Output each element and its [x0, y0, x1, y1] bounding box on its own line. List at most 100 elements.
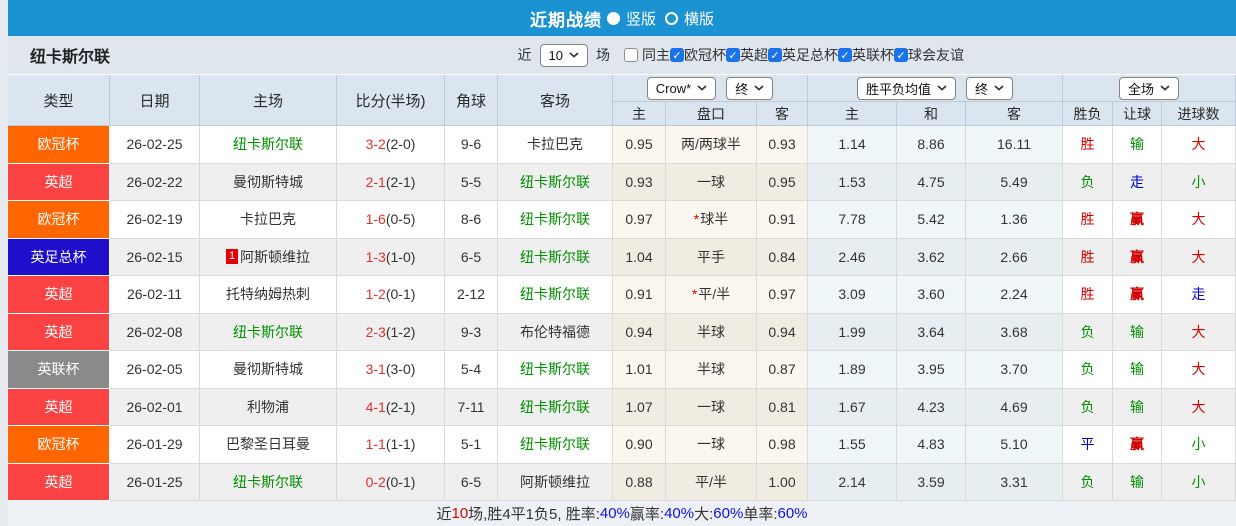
match-score[interactable]: 3-2 (2-0): [337, 126, 445, 164]
league-badge[interactable]: 英超: [8, 313, 110, 351]
league-badge[interactable]: 英联杯: [8, 351, 110, 389]
league-badge[interactable]: 英超: [8, 276, 110, 314]
odds-company-select[interactable]: Crow*: [646, 76, 717, 100]
away-team[interactable]: 布伦特福德: [498, 313, 613, 351]
home-team-name[interactable]: 纽卡斯尔联: [233, 472, 303, 492]
away-team[interactable]: 纽卡斯尔联: [498, 351, 613, 389]
checkbox-icon[interactable]: ✓: [768, 48, 782, 62]
handicap-text: 平/半: [698, 286, 731, 303]
home-team[interactable]: 巴黎圣日耳曼: [200, 426, 337, 464]
league-badge[interactable]: 欧冠杯: [8, 126, 110, 164]
match-score[interactable]: 1-1 (1-1): [337, 426, 445, 464]
match-score[interactable]: 2-3 (1-2): [337, 313, 445, 351]
away-team-name[interactable]: 纽卡斯尔联: [520, 247, 590, 267]
layout-radio-vertical[interactable]: 竖版: [606, 8, 656, 29]
home-team-name[interactable]: 曼彻斯特城: [233, 359, 303, 379]
away-team-name[interactable]: 卡拉巴克: [527, 134, 583, 154]
away-team-name[interactable]: 纽卡斯尔联: [520, 209, 590, 229]
home-team[interactable]: 纽卡斯尔联: [200, 463, 337, 501]
home-team-name[interactable]: 巴黎圣日耳曼: [226, 434, 310, 454]
home-team-name[interactable]: 纽卡斯尔联: [233, 134, 303, 154]
match-score[interactable]: 3-1 (3-0): [337, 351, 445, 389]
filter-checkbox-item[interactable]: ✓ 英超: [726, 45, 768, 65]
away-team-name[interactable]: 纽卡斯尔联: [520, 359, 590, 379]
away-team[interactable]: 纽卡斯尔联: [498, 276, 613, 314]
league-badge[interactable]: 英超: [8, 163, 110, 201]
checkbox-icon[interactable]: ✓: [838, 48, 852, 62]
checkbox-icon[interactable]: ✓: [726, 48, 740, 62]
away-team[interactable]: 纽卡斯尔联: [498, 201, 613, 239]
avg-away: 16.11: [966, 126, 1063, 164]
match-score[interactable]: 1-3 (1-0): [337, 238, 445, 276]
home-team[interactable]: 曼彻斯特城: [200, 163, 337, 201]
away-team[interactable]: 阿斯顿维拉: [498, 463, 613, 501]
league-badge[interactable]: 英超: [8, 463, 110, 501]
scope-select[interactable]: 全场: [1118, 76, 1179, 100]
chevron-down-icon: [697, 85, 707, 91]
result-handicap: 赢: [1113, 426, 1162, 464]
league-badge[interactable]: 欧冠杯: [8, 426, 110, 464]
league-badge[interactable]: 英足总杯: [8, 238, 110, 276]
filter-checkbox-item[interactable]: ✓ 球会友谊: [894, 45, 964, 65]
home-team-name[interactable]: 托特纳姆热刺: [226, 284, 310, 304]
star-marker: *: [693, 211, 700, 228]
match-score[interactable]: 1-6 (0-5): [337, 201, 445, 239]
filter-checkbox-item[interactable]: ✓ 英联杯: [838, 45, 894, 65]
result-outcome: 胜: [1063, 126, 1113, 164]
full-score: 3-1: [365, 361, 386, 378]
home-team[interactable]: 1 阿斯顿维拉: [200, 238, 337, 276]
match-score[interactable]: 0-2 (0-1): [337, 463, 445, 501]
home-team-name[interactable]: 卡拉巴克: [240, 209, 296, 229]
home-team-name[interactable]: 纽卡斯尔联: [233, 322, 303, 342]
subheader-outcome: 胜负: [1063, 102, 1113, 126]
recent-count-select[interactable]: 10: [539, 43, 588, 67]
away-team-name[interactable]: 纽卡斯尔联: [520, 284, 590, 304]
odds-home: 0.94: [613, 313, 666, 351]
away-team[interactable]: 卡拉巴克: [498, 126, 613, 164]
header-home: 主场: [200, 75, 337, 126]
away-team[interactable]: 纽卡斯尔联: [498, 388, 613, 426]
odds-time-select[interactable]: 终: [726, 76, 774, 100]
away-team-name[interactable]: 纽卡斯尔联: [520, 434, 590, 454]
away-team[interactable]: 纽卡斯尔联: [498, 426, 613, 464]
match-date: 26-02-11: [110, 276, 200, 314]
match-score[interactable]: 1-2 (0-1): [337, 276, 445, 314]
home-team[interactable]: 托特纳姆热刺: [200, 276, 337, 314]
subheader-avg-draw: 和: [897, 102, 966, 126]
summary-text: 近: [436, 506, 452, 523]
away-team[interactable]: 纽卡斯尔联: [498, 163, 613, 201]
filter-checkbox-item[interactable]: 同主: [620, 45, 670, 65]
match-score[interactable]: 2-1 (2-1): [337, 163, 445, 201]
home-team[interactable]: 纽卡斯尔联: [200, 126, 337, 164]
subheader-avg-away: 客: [966, 102, 1063, 126]
league-badge[interactable]: 英超: [8, 388, 110, 426]
league-badge[interactable]: 欧冠杯: [8, 201, 110, 239]
subheader-avg-home: 主: [808, 102, 897, 126]
avg-time-select[interactable]: 终: [966, 76, 1014, 100]
checkbox-icon[interactable]: ✓: [894, 48, 908, 62]
odds-home: 0.95: [613, 126, 666, 164]
checkbox-icon[interactable]: ✓: [670, 48, 684, 62]
layout-radio-horizontal[interactable]: 横版: [665, 8, 714, 29]
avg-home: 1.67: [808, 388, 897, 426]
home-team-name[interactable]: 阿斯顿维拉: [240, 247, 310, 267]
home-team[interactable]: 纽卡斯尔联: [200, 313, 337, 351]
home-team[interactable]: 利物浦: [200, 388, 337, 426]
away-team-name[interactable]: 布伦特福德: [520, 322, 590, 342]
avg-type-select[interactable]: 胜平负均值: [856, 76, 956, 100]
away-team-name[interactable]: 阿斯顿维拉: [520, 472, 590, 492]
home-team-name[interactable]: 曼彻斯特城: [233, 172, 303, 192]
checkbox-icon[interactable]: [624, 48, 638, 62]
corner-score: 6-5: [445, 463, 498, 501]
away-team-name[interactable]: 纽卡斯尔联: [520, 397, 590, 417]
subheader-goals: 进球数: [1162, 102, 1236, 126]
match-date: 26-02-19: [110, 201, 200, 239]
away-team[interactable]: 纽卡斯尔联: [498, 238, 613, 276]
match-score[interactable]: 4-1 (2-1): [337, 388, 445, 426]
away-team-name[interactable]: 纽卡斯尔联: [520, 172, 590, 192]
home-team[interactable]: 曼彻斯特城: [200, 351, 337, 389]
filter-checkbox-item[interactable]: ✓ 英足总杯: [768, 45, 838, 65]
filter-checkbox-item[interactable]: ✓ 欧冠杯: [670, 45, 726, 65]
home-team[interactable]: 卡拉巴克: [200, 201, 337, 239]
home-team-name[interactable]: 利物浦: [247, 397, 289, 417]
